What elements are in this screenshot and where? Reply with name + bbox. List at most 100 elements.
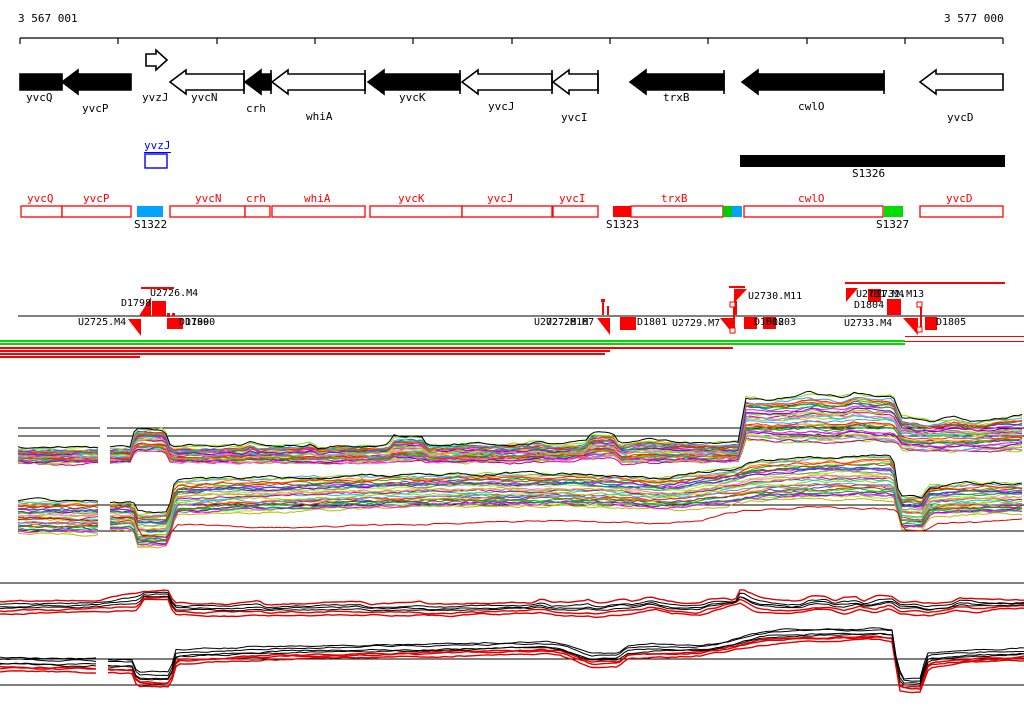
probe-marker-10[interactable] <box>607 306 609 315</box>
segment-box-yvcP[interactable] <box>61 205 132 218</box>
probe-label-D1803[interactable]: D1803 <box>766 318 796 328</box>
probe-marker-27[interactable] <box>916 301 923 308</box>
probe-marker-16[interactable] <box>729 286 745 288</box>
probe-marker-18[interactable] <box>735 301 737 315</box>
expression-band-lower-line-7-0 <box>17 507 99 511</box>
segment-label-yvcP[interactable]: yvcP <box>83 193 110 204</box>
segment-box-S1322[interactable] <box>137 206 163 217</box>
segment-label-yvcN[interactable]: yvcN <box>195 193 222 204</box>
gene-label-crh: crh <box>246 102 266 115</box>
ratio-band-bottom-line-1-1 <box>108 628 1024 682</box>
gene-arrow-whiA[interactable] <box>270 68 366 96</box>
segment-box-seg-blue-2[interactable] <box>732 206 742 217</box>
gene-label-yvcQ: yvcQ <box>26 91 53 104</box>
alignment-line-0[interactable] <box>905 336 1024 337</box>
alignment-line-4[interactable] <box>0 347 733 349</box>
gene-arrow-yvcJ[interactable] <box>460 68 553 96</box>
segment-box-trxB[interactable] <box>630 205 724 218</box>
segment-label-yvcJ[interactable]: yvcJ <box>487 193 514 204</box>
segment-box-yvcK[interactable] <box>369 205 463 218</box>
probe-marker-7[interactable] <box>597 318 610 335</box>
gene-label-yvzJ: yvzJ <box>142 91 169 104</box>
segment-label-yvcQ[interactable]: yvcQ <box>27 193 54 204</box>
probe-marker-24[interactable] <box>887 299 901 315</box>
segment-box-yvcI[interactable] <box>552 205 599 218</box>
segment-box-yvcJ[interactable] <box>461 205 553 218</box>
probe-marker-15[interactable] <box>729 327 736 334</box>
probe-label-U2728.M7[interactable]: U2728.M7 <box>546 318 594 328</box>
probe-label-U2733.M4[interactable]: U2733.M4 <box>844 319 892 329</box>
segment-box-yvcN[interactable] <box>169 205 246 218</box>
probe-label-U2730.M11[interactable]: U2730.M11 <box>748 292 802 302</box>
probe-marker-2[interactable] <box>152 301 166 316</box>
probe-label-U2732.M13[interactable]: U2732.M13 <box>870 290 924 300</box>
probe-marker-17[interactable] <box>734 289 747 303</box>
gene-label-yvcI: yvcI <box>561 111 588 124</box>
probe-marker-6[interactable] <box>128 319 141 336</box>
feature-label-S1326: S1326 <box>852 167 886 180</box>
feature-bar-S1326[interactable] <box>740 155 1005 167</box>
segment-box-whiA[interactable] <box>271 205 366 218</box>
gene-label-yvcN: yvcN <box>191 91 218 104</box>
probe-label-D1804[interactable]: D1804 <box>854 301 884 311</box>
probe-marker-11[interactable] <box>620 317 636 330</box>
gene-label-cwlO: cwlO <box>798 100 825 113</box>
segment-label-yvcD[interactable]: yvcD <box>946 193 973 204</box>
gene-label-yvcJ: yvcJ <box>488 100 515 113</box>
probe-label-U2729.M7[interactable]: U2729.M7 <box>672 319 720 329</box>
alignment-line-6[interactable] <box>0 353 605 355</box>
probe-label-U2726.M4[interactable]: U2726.M4 <box>150 289 198 299</box>
segment-label-whiA[interactable]: whiA <box>304 193 331 204</box>
segment-box-S1327[interactable] <box>884 206 903 217</box>
gene-label-yvcD: yvcD <box>947 111 974 124</box>
gene-label-yvcK: yvcK <box>399 91 426 104</box>
probe-label-D1805[interactable]: D1805 <box>936 318 966 328</box>
segment-box-S1323[interactable] <box>613 206 631 217</box>
feature-box-yvzJ[interactable] <box>144 153 168 169</box>
probe-marker-25[interactable] <box>903 318 918 335</box>
segment-label-trxB[interactable]: trxB <box>661 193 688 204</box>
alignment-line-7[interactable] <box>0 356 140 358</box>
segment-box-yvcQ[interactable] <box>20 205 63 218</box>
gene-arrow-yvcQ[interactable] <box>19 73 63 91</box>
segment-box-cwlO[interactable] <box>743 205 884 218</box>
genome-browser-view: 3 567 001 3 577 000 yvcQ yvcP yvzJ yvcN crh w… <box>0 0 1024 714</box>
probe-marker-9[interactable] <box>601 299 605 302</box>
alignment-line-1[interactable] <box>0 340 905 342</box>
probe-label-D1798[interactable]: D1798 <box>121 299 151 309</box>
segment-label-yvcK[interactable]: yvcK <box>398 193 425 204</box>
alignment-line-2[interactable] <box>905 341 1024 342</box>
segment-box-yvcD[interactable] <box>919 205 1004 218</box>
gene-arrow-crh[interactable] <box>243 68 272 96</box>
gene-arrow-yvzJ[interactable] <box>145 48 169 72</box>
gene-arrow-cwlO[interactable] <box>740 68 885 96</box>
alignment-line-5[interactable] <box>0 350 610 352</box>
probe-marker-4[interactable] <box>172 313 175 316</box>
probe-marker-14[interactable] <box>729 301 736 308</box>
segment-label-S1327[interactable]: S1327 <box>876 219 909 230</box>
gene-label-trxB: trxB <box>663 91 690 104</box>
probe-label-D1801[interactable]: D1801 <box>637 318 667 328</box>
probe-marker-28[interactable] <box>916 326 923 333</box>
gene-arrow-yvcP[interactable] <box>60 68 132 96</box>
alignment-line-3[interactable] <box>0 343 905 345</box>
probe-marker-8[interactable] <box>602 301 604 315</box>
segment-label-cwlO[interactable]: cwlO <box>798 193 825 204</box>
probe-label-U2725.M4[interactable]: U2725.M4 <box>78 318 126 328</box>
segment-box-crh[interactable] <box>244 205 271 218</box>
probe-label-D1800[interactable]: D1800 <box>185 318 215 328</box>
segment-box-seg-green-1[interactable] <box>723 206 732 217</box>
expression-band-lower-line-29-0 <box>17 532 99 537</box>
feature-label-yvzJ: yvzJ <box>144 139 171 153</box>
probe-marker-3[interactable] <box>167 313 170 317</box>
probe-marker-21[interactable] <box>845 282 1005 284</box>
gene-arrow-yvcD[interactable] <box>918 68 1004 96</box>
ratio-band-bottom-line-6-0 <box>0 670 97 674</box>
gene-label-whiA: whiA <box>306 110 333 123</box>
segment-label-yvcI[interactable]: yvcI <box>559 193 586 204</box>
segment-label-S1323[interactable]: S1323 <box>606 219 639 230</box>
segment-label-crh[interactable]: crh <box>246 193 266 204</box>
gene-arrow-yvcI[interactable] <box>551 68 599 96</box>
segment-label-S1322[interactable]: S1322 <box>134 219 167 230</box>
gene-label-yvcP: yvcP <box>82 102 109 115</box>
